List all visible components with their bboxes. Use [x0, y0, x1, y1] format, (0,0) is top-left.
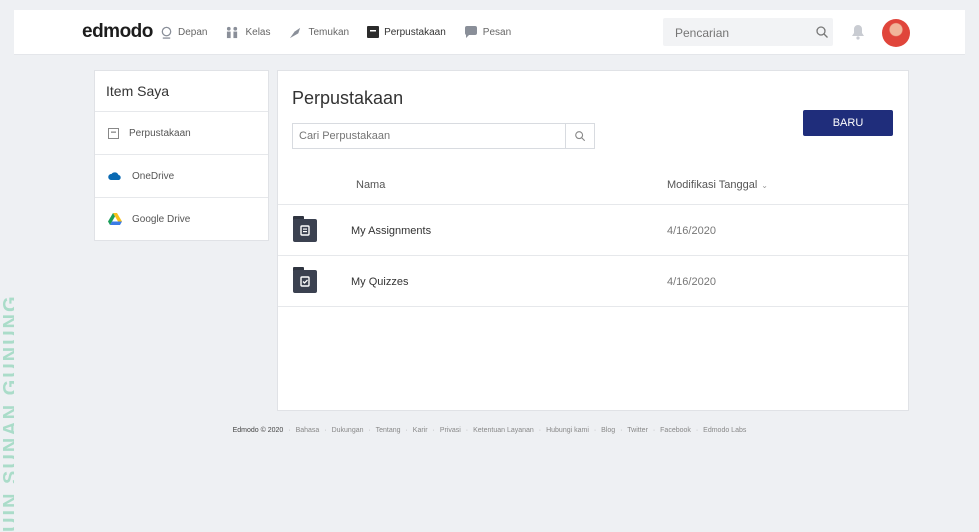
footer-separator: · — [538, 427, 542, 434]
edmodo-logo[interactable]: edmodo — [82, 21, 153, 43]
footer-link[interactable]: Blog — [601, 427, 615, 434]
library-search — [292, 123, 595, 149]
page-title: Perpustakaan — [292, 88, 404, 108]
new-button[interactable]: BARU — [803, 110, 893, 136]
google-drive-icon — [108, 213, 122, 225]
nav-item-label: Kelas — [245, 26, 271, 38]
footer-separator: · — [465, 427, 469, 434]
row-name[interactable]: My Assignments — [351, 225, 431, 237]
sidebar: Item Saya Perpustakaan OneDrive Google D… — [94, 70, 269, 241]
footer-brand: Edmodo © 2020 — [232, 427, 284, 434]
sidebar-item-perpustakaan[interactable]: Perpustakaan — [95, 112, 268, 155]
footer-separator: · — [368, 427, 371, 434]
nav-item-perpustakaan[interactable]: Perpustakaan — [367, 26, 446, 38]
library-panel: Perpustakaan BARU Nama Modifikasi Tangga… — [277, 70, 909, 411]
assignment-folder-icon — [293, 216, 317, 242]
sidebar-item-label: OneDrive — [132, 170, 175, 182]
footer-separator: · — [695, 427, 699, 434]
top-navbar: edmodo Depan Kelas Temukan Perpustakaan … — [14, 10, 965, 55]
library-icon — [108, 127, 119, 139]
watermark: UIN SUNAN GUNUNG DJATI — [0, 294, 14, 532]
message-icon — [464, 26, 477, 38]
home-icon — [161, 26, 172, 39]
nav-item-kelas[interactable]: Kelas — [225, 26, 270, 39]
nav-item-pesan[interactable]: Pesan — [464, 26, 511, 38]
column-header-date[interactable]: Modifikasi Tanggal ⌄ — [667, 179, 768, 191]
footer-link[interactable]: Ketentuan Layanan — [473, 427, 534, 434]
column-header-name[interactable]: Nama — [356, 179, 385, 191]
global-search-input[interactable] — [663, 18, 807, 48]
footer: Edmodo © 2020 · Bahasa · Dukungan · Tent… — [0, 427, 979, 434]
nav-item-label: Depan — [178, 26, 208, 38]
onedrive-icon — [108, 172, 121, 180]
footer-separator: · — [288, 427, 291, 434]
footer-link[interactable]: Facebook — [660, 427, 691, 434]
footer-link[interactable]: Twitter — [627, 427, 648, 434]
footer-link[interactable]: Hubungi kami — [546, 427, 589, 434]
library-search-input[interactable] — [293, 124, 561, 148]
sidebar-item-label: Google Drive — [132, 213, 191, 225]
chevron-down-icon: ⌄ — [761, 180, 768, 190]
nav-item-label: Temukan — [308, 26, 350, 38]
nav-item-temukan[interactable]: Temukan — [288, 26, 349, 39]
footer-separator: · — [405, 427, 408, 434]
footer-link[interactable]: Tentang — [376, 427, 401, 434]
footer-link[interactable]: Edmodo Labs — [703, 427, 746, 434]
row-date: 4/16/2020 — [667, 225, 716, 237]
quiz-folder-icon — [293, 267, 317, 293]
nav-item-label: Perpustakaan — [384, 26, 446, 38]
user-avatar[interactable] — [882, 19, 910, 47]
search-icon[interactable] — [815, 25, 829, 39]
global-search — [663, 18, 833, 48]
footer-link[interactable]: Privasi — [440, 427, 461, 434]
footer-separator: · — [593, 427, 597, 434]
sidebar-item-onedrive[interactable]: OneDrive — [95, 155, 268, 198]
footer-separator: · — [652, 427, 656, 434]
library-search-button[interactable] — [565, 124, 594, 148]
table-row[interactable]: My Quizzes 4/16/2020 — [278, 256, 908, 307]
footer-link[interactable]: Dukungan — [332, 427, 364, 434]
class-icon — [227, 26, 238, 38]
notification-bell-icon[interactable] — [851, 24, 865, 40]
footer-link[interactable]: Bahasa — [296, 427, 320, 434]
footer-separator: · — [324, 427, 327, 434]
search-icon — [575, 131, 586, 142]
sidebar-item-google-drive[interactable]: Google Drive — [95, 198, 268, 240]
nav-item-depan[interactable]: Depan — [160, 26, 207, 39]
main-nav: Depan Kelas Temukan Perpustakaan Pesan — [160, 10, 529, 54]
sidebar-item-label: Perpustakaan — [129, 127, 191, 139]
library-icon — [367, 26, 380, 38]
sidebar-title: Item Saya — [95, 71, 268, 112]
footer-link[interactable]: Karir — [413, 427, 428, 434]
row-date: 4/16/2020 — [667, 276, 716, 288]
discover-icon — [290, 27, 301, 38]
column-header-label: Modifikasi Tanggal — [667, 179, 758, 191]
footer-separator: · — [432, 427, 435, 434]
table-row[interactable]: My Assignments 4/16/2020 — [278, 205, 908, 256]
footer-separator: · — [620, 427, 623, 434]
nav-item-label: Pesan — [482, 26, 512, 38]
row-name[interactable]: My Quizzes — [351, 276, 408, 288]
